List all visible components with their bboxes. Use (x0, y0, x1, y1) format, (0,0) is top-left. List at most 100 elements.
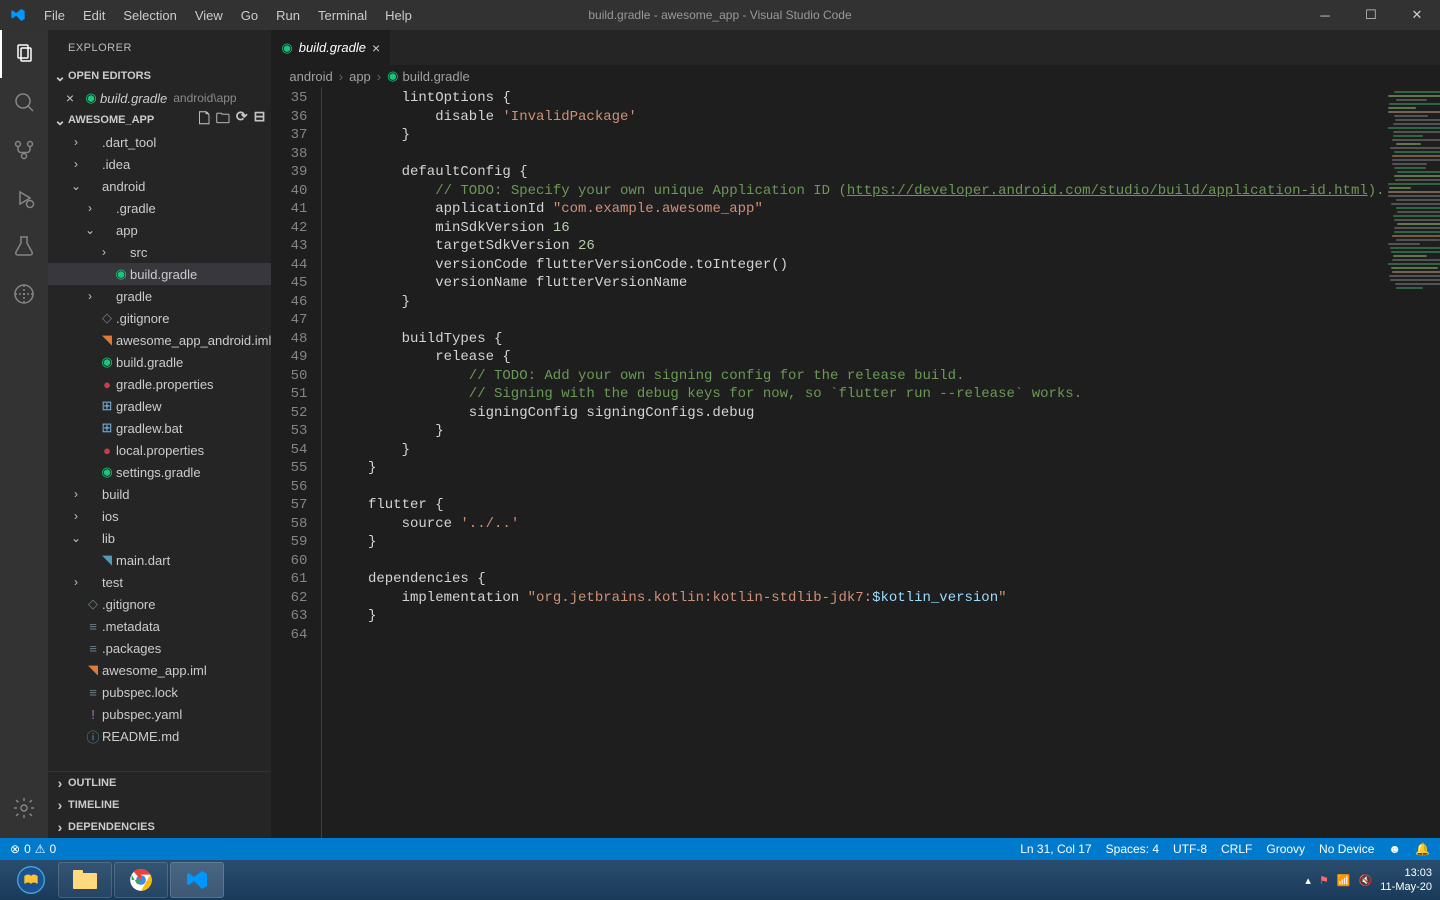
menubar: FileEditSelectionViewGoRunTerminalHelp (35, 0, 421, 30)
dependencies-header[interactable]: ›DEPENDENCIES (48, 816, 271, 838)
volume-icon[interactable]: 🔇 (1359, 874, 1373, 887)
file-item[interactable]: ◉build.gradle (48, 351, 271, 373)
file-item[interactable]: ⊞gradlew.bat (48, 417, 271, 439)
statusbar: ⊗0 ⚠0 Ln 31, Col 17 Spaces: 4 UTF-8 CRLF… (0, 838, 1440, 860)
folder-item[interactable]: ›.gradle (48, 197, 271, 219)
folder-item[interactable]: ›gradle (48, 285, 271, 307)
timeline-header[interactable]: ›TIMELINE (48, 794, 271, 816)
editor-area: ◉ build.gradle × ◧ ⋯ android›app›◉ build… (271, 30, 1440, 838)
clock[interactable]: 13:03 11-May-20 (1380, 866, 1432, 894)
outline-label: OUTLINE (68, 777, 116, 789)
file-item[interactable]: ◇.gitignore (48, 307, 271, 329)
refresh-icon[interactable]: ⟳ (236, 108, 248, 132)
file-explorer-button[interactable] (58, 862, 112, 898)
wifi-icon[interactable]: 📶 (1337, 874, 1351, 887)
activitybar (0, 30, 48, 838)
folder-item[interactable]: ›test (48, 571, 271, 593)
file-item[interactable]: ◥awesome_app_android.iml (48, 329, 271, 351)
new-file-icon[interactable]: 🗋 (199, 108, 210, 132)
menu-selection[interactable]: Selection (114, 0, 185, 30)
vscode-button[interactable] (170, 862, 224, 898)
file-item[interactable]: ⊞gradlew (48, 395, 271, 417)
maximize-button[interactable]: ☐ (1348, 0, 1394, 30)
minimize-button[interactable]: ─ (1302, 0, 1348, 30)
device-selector[interactable]: No Device (1319, 842, 1374, 856)
folder-item[interactable]: ›build (48, 483, 271, 505)
menu-edit[interactable]: Edit (74, 0, 114, 30)
extensions-icon[interactable] (0, 270, 48, 318)
menu-go[interactable]: Go (232, 0, 267, 30)
folder-item[interactable]: ›ios (48, 505, 271, 527)
feedback-icon[interactable]: ☻ (1388, 842, 1401, 856)
close-button[interactable]: ✕ (1394, 0, 1440, 30)
source-control-icon[interactable] (0, 126, 48, 174)
collapse-icon[interactable]: ⊟ (254, 108, 266, 132)
cursor-position[interactable]: Ln 31, Col 17 (1020, 842, 1091, 856)
indentation[interactable]: Spaces: 4 (1106, 842, 1159, 856)
warning-count: 0 (50, 842, 57, 856)
testing-icon[interactable] (0, 222, 48, 270)
notifications-icon[interactable]: 🔔 (1415, 842, 1430, 856)
file-item[interactable]: !pubspec.yaml (48, 703, 271, 725)
tray-chevron-icon[interactable]: ▴ (1305, 874, 1311, 887)
menu-help[interactable]: Help (376, 0, 421, 30)
file-item[interactable]: ⓘREADME.md (48, 725, 271, 747)
open-editor-path: android\app (173, 91, 236, 105)
file-item[interactable]: ◥awesome_app.iml (48, 659, 271, 681)
breadcrumb-segment[interactable]: app (349, 69, 371, 84)
file-item[interactable]: ≡pubspec.lock (48, 681, 271, 703)
code-editor[interactable]: lintOptions { disable 'InvalidPackage' }… (334, 87, 1384, 838)
close-icon[interactable]: × (62, 90, 78, 106)
new-folder-icon[interactable]: 🗀 (216, 108, 230, 132)
breadcrumbs[interactable]: android›app›◉ build.gradle (271, 65, 1440, 87)
problems-indicator[interactable]: ⊗0 ⚠0 (10, 842, 56, 856)
chrome-button[interactable] (114, 862, 168, 898)
open-editors-header[interactable]: ⌄OPEN EDITORS (48, 65, 271, 87)
run-debug-icon[interactable] (0, 174, 48, 222)
file-item[interactable]: ≡.packages (48, 637, 271, 659)
window-controls: ─ ☐ ✕ (1302, 0, 1440, 30)
folder-item[interactable]: ›src (48, 241, 271, 263)
file-item[interactable]: ◇.gitignore (48, 593, 271, 615)
menu-run[interactable]: Run (267, 0, 309, 30)
breadcrumb-segment[interactable]: ◉ build.gradle (387, 68, 470, 84)
explorer-icon[interactable] (0, 30, 48, 78)
gradle-icon: ◉ (281, 40, 292, 56)
line-numbers: 3536373839404142434445464748495051525354… (271, 87, 321, 838)
vscode-logo-icon (0, 7, 35, 23)
menu-terminal[interactable]: Terminal (309, 0, 376, 30)
file-item[interactable]: ●local.properties (48, 439, 271, 461)
project-header[interactable]: ⌄AWESOME_APP 🗋 🗀 ⟳ ⊟ (48, 109, 271, 131)
folder-item[interactable]: ⌄app (48, 219, 271, 241)
outline-header[interactable]: ›OUTLINE (48, 772, 271, 794)
titlebar: FileEditSelectionViewGoRunTerminalHelp b… (0, 0, 1440, 30)
folder-item[interactable]: ›.dart_tool (48, 131, 271, 153)
open-editor-item[interactable]: × ◉ build.gradle android\app (48, 87, 271, 109)
folder-item[interactable]: ⌄android (48, 175, 271, 197)
file-item[interactable]: ●gradle.properties (48, 373, 271, 395)
folder-item[interactable]: ›.idea (48, 153, 271, 175)
start-button[interactable] (4, 862, 58, 898)
error-count: 0 (24, 842, 31, 856)
breadcrumb-segment[interactable]: android (289, 69, 332, 84)
close-tab-icon[interactable]: × (372, 40, 380, 56)
file-item[interactable]: ◥main.dart (48, 549, 271, 571)
folder-item[interactable]: ⌄lib (48, 527, 271, 549)
file-item[interactable]: ◉build.gradle (48, 263, 271, 285)
encoding[interactable]: UTF-8 (1173, 842, 1207, 856)
search-icon[interactable] (0, 78, 48, 126)
menu-view[interactable]: View (186, 0, 232, 30)
settings-icon[interactable] (0, 784, 48, 832)
sidebar: EXPLORER ⌄OPEN EDITORS × ◉ build.gradle … (48, 30, 271, 838)
clock-time: 13:03 (1380, 866, 1432, 880)
minimap[interactable] (1385, 87, 1440, 838)
language-mode[interactable]: Groovy (1266, 842, 1305, 856)
file-item[interactable]: ≡.metadata (48, 615, 271, 637)
tab-label: build.gradle (299, 40, 366, 55)
flag-icon[interactable]: ⚑ (1319, 874, 1329, 887)
file-item[interactable]: ◉settings.gradle (48, 461, 271, 483)
eol[interactable]: CRLF (1221, 842, 1252, 856)
tab-build-gradle[interactable]: ◉ build.gradle × (271, 30, 391, 65)
dependencies-label: DEPENDENCIES (68, 821, 155, 833)
menu-file[interactable]: File (35, 0, 74, 30)
